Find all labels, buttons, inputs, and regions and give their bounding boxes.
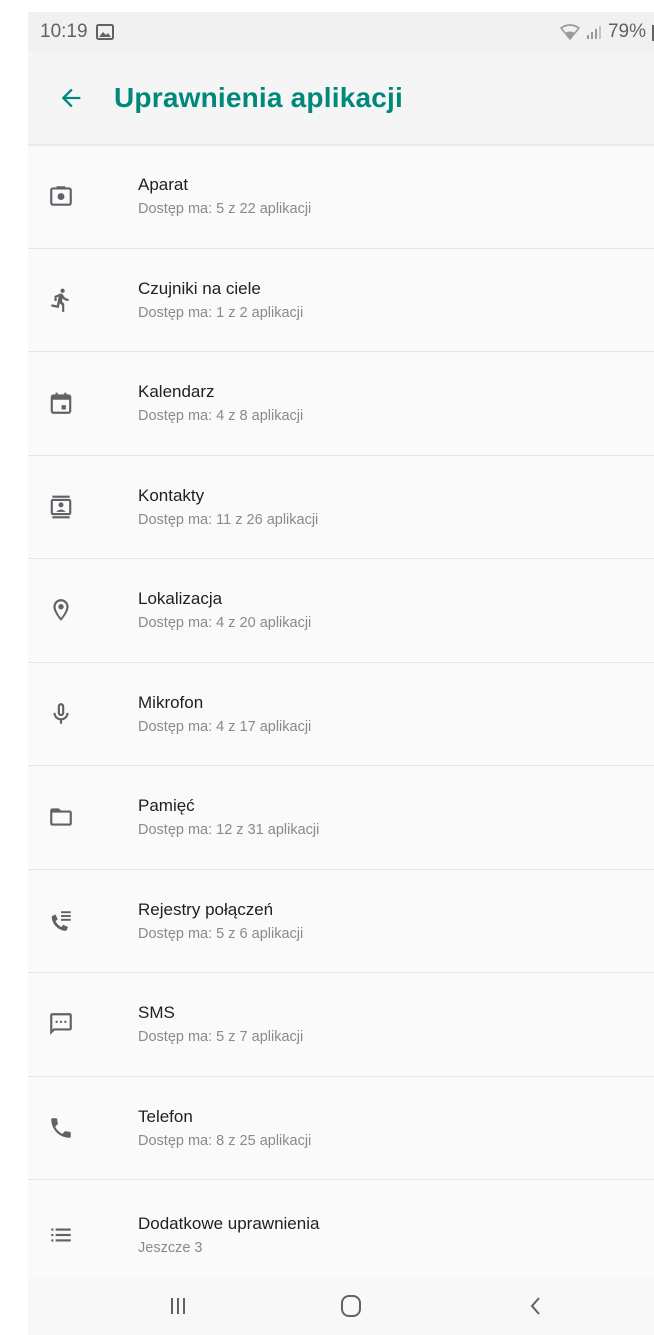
permission-title: Rejestry połączeń [138,899,274,919]
signal-icon [586,24,602,40]
phone-icon [48,1115,74,1141]
home-button[interactable] [311,1277,391,1335]
permission-title: Mikrofon [138,692,204,712]
back-button[interactable] [28,52,114,144]
permission-item-sms[interactable]: SMS Dostęp ma: 5 z 7 aplikacji [28,973,654,1077]
permission-subtitle: Jeszcze 3 [138,1240,203,1256]
permission-title: Dodatkowe uprawnienia [138,1214,320,1233]
battery-percent: 79% [607,21,646,42]
permission-title: Czujniki na ciele [138,278,261,298]
calendar-icon [48,390,74,416]
home-icon [338,1293,364,1319]
permission-item-microphone[interactable]: Mikrofon Dostęp ma: 4 z 17 aplikacji [28,663,654,766]
permission-item-storage[interactable]: Pamięć Dostęp ma: 12 z 31 aplikacji [28,766,654,870]
permission-item-additional[interactable]: Dodatkowe uprawnienia Jeszcze 3 [28,1180,654,1290]
camera-icon [48,183,74,209]
location-icon [48,597,74,623]
sms-icon [48,1011,74,1037]
arrow-back-icon [57,84,85,112]
permission-title: Lokalizacja [138,589,223,609]
permission-item-body-sensors[interactable]: Czujniki na ciele Dostęp ma: 1 z 2 aplik… [28,249,654,352]
permission-item-phone[interactable]: Telefon Dostęp ma: 8 z 25 aplikacji [28,1077,654,1180]
permission-title: Kontakty [138,485,205,505]
permission-subtitle: Dostęp ma: 12 z 31 aplikacji [138,822,320,839]
permission-title: Aparat [138,175,189,195]
permission-item-location[interactable]: Lokalizacja Dostęp ma: 4 z 20 aplikacji [28,559,654,663]
permission-subtitle: Dostęp ma: 4 z 17 aplikacji [138,718,312,735]
permission-title: SMS [138,1003,175,1023]
permission-item-calendar[interactable]: Kalendarz Dostęp ma: 4 z 8 aplikacji [28,352,654,456]
permission-item-call-logs[interactable]: Rejestry połączeń Dostęp ma: 5 z 6 aplik… [28,870,654,973]
status-time: 10:19 [40,21,88,42]
gallery-notification-icon [95,24,114,40]
app-bar: Uprawnienia aplikacji [28,52,654,145]
permission-subtitle: Dostęp ma: 4 z 20 aplikacji [138,615,312,632]
contacts-icon [48,494,74,520]
phone-screen: 10:19 79% Uprawnienia aplikacji Aparat D… [28,12,654,1335]
recent-apps-button[interactable] [138,1277,218,1335]
permission-title: Pamięć [138,796,195,816]
recent-apps-icon [167,1295,189,1317]
permission-title: Kalendarz [138,382,215,402]
folder-icon [48,804,74,830]
permission-subtitle: Dostęp ma: 5 z 7 aplikacji [138,1029,304,1046]
run-icon [48,287,74,313]
permission-subtitle: Dostęp ma: 8 z 25 aplikacji [138,1132,312,1149]
chevron-left-icon [526,1295,546,1317]
microphone-icon [48,701,74,727]
permission-subtitle: Dostęp ma: 4 z 8 aplikacji [138,408,304,425]
permission-title: Telefon [138,1106,193,1126]
permission-subtitle: Dostęp ma: 11 z 26 aplikacji [138,511,319,528]
status-right: 79% [559,12,654,52]
permission-list: Aparat Dostęp ma: 5 z 22 aplikacji Czujn… [28,145,654,1290]
back-nav-button[interactable] [496,1277,576,1335]
permission-subtitle: Dostęp ma: 5 z 6 aplikacji [138,925,304,942]
call-log-icon [48,908,74,934]
navigation-bar [28,1277,654,1335]
permission-item-camera[interactable]: Aparat Dostęp ma: 5 z 22 aplikacji [28,145,654,249]
page-title: Uprawnienia aplikacji [114,82,403,113]
permission-subtitle: Dostęp ma: 1 z 2 aplikacji [138,304,304,321]
wifi-icon [559,24,580,40]
permission-subtitle: Dostęp ma: 5 z 22 aplikacji [138,201,312,218]
permission-item-contacts[interactable]: Kontakty Dostęp ma: 11 z 26 aplikacji [28,456,654,559]
list-icon [48,1222,74,1248]
status-bar: 10:19 79% [28,12,654,52]
